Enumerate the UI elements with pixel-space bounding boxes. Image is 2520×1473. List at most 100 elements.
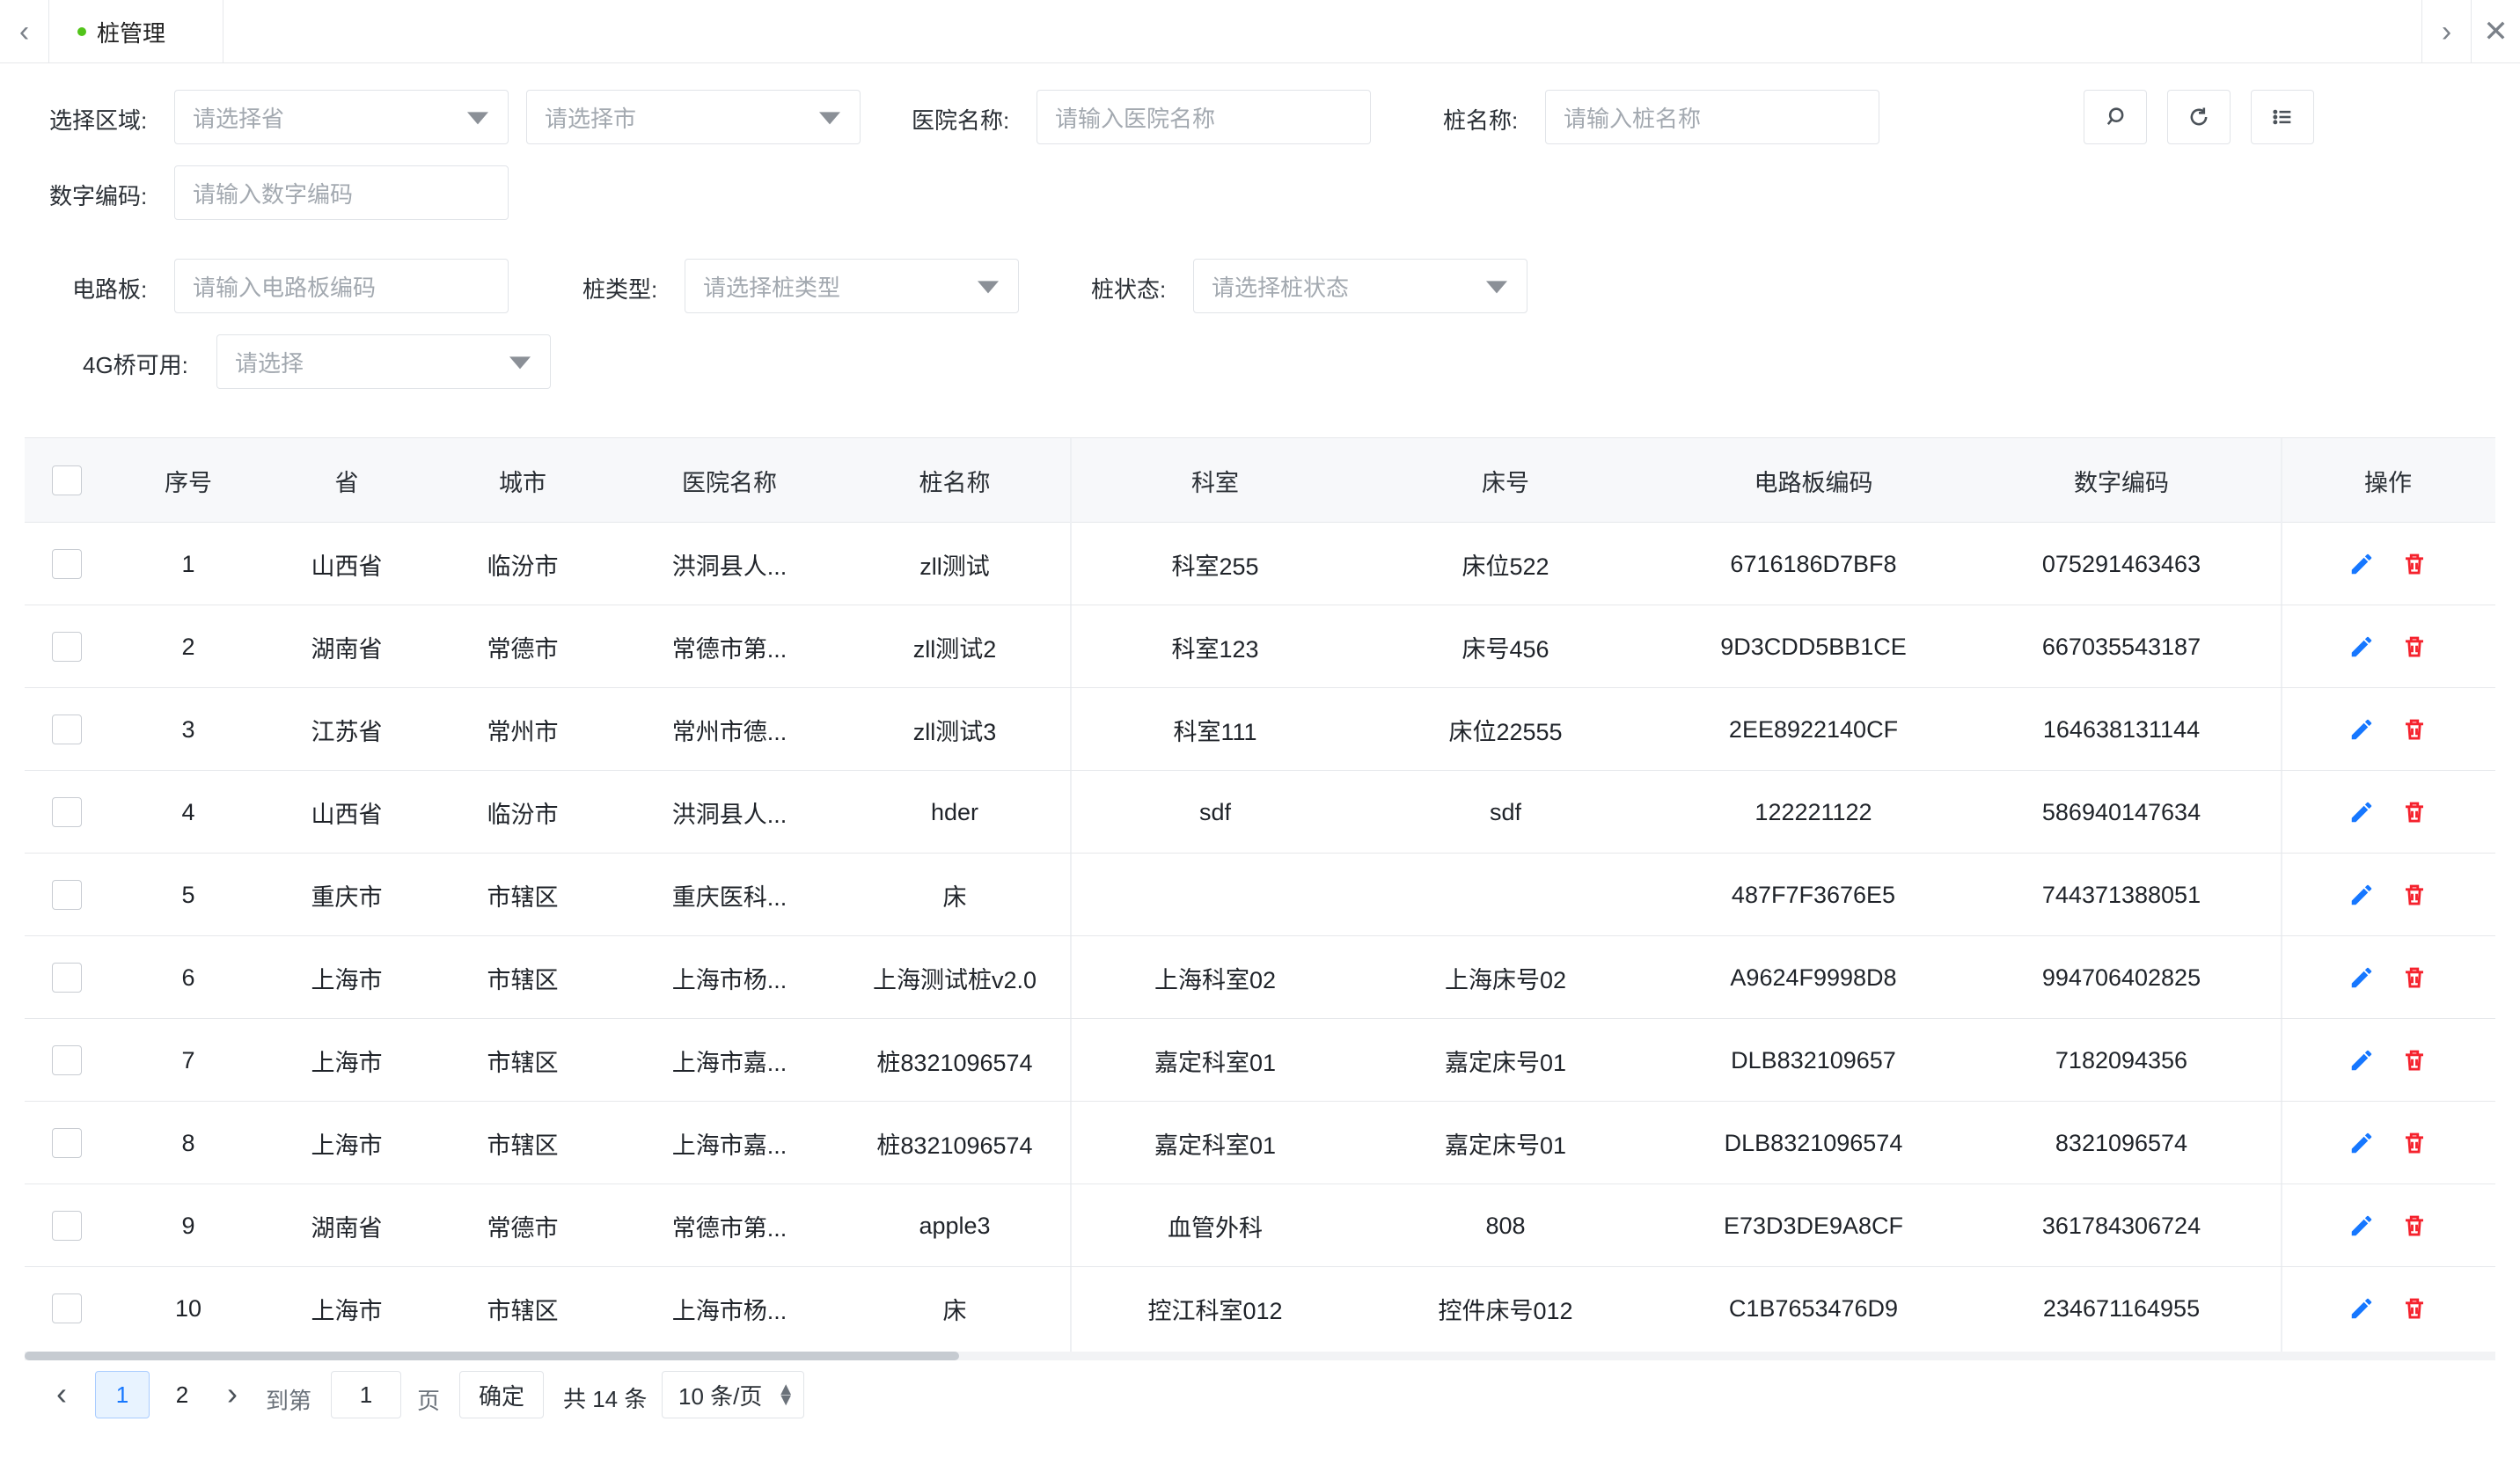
row-checkbox[interactable] [52,1045,82,1075]
goto-page-input[interactable]: 1 [331,1371,401,1418]
page-2-button[interactable]: 2 [155,1371,209,1418]
cell-pile-name: 床 [942,883,967,911]
cell-bed: 床号456 [1461,635,1549,663]
pile-type-select[interactable]: 请选择桩类型 [685,259,1019,313]
tab-close-button[interactable]: ✕ [2471,0,2520,63]
search-icon [2106,107,2124,125]
page-size-select[interactable]: 10 条/页 ▲ ▼ [662,1371,804,1418]
pile-name-placeholder: 请输入桩名称 [1564,105,1702,132]
cell-bed [1360,854,1651,936]
row-checkbox[interactable] [52,1293,82,1323]
trash-icon [2406,1132,2423,1154]
header-board-code: 电路板编码 [1754,469,1873,496]
delete-button[interactable] [2401,1130,2428,1156]
delete-button[interactable] [2401,964,2428,991]
page-1-button[interactable]: 1 [95,1371,150,1418]
active-tab-dot-icon [77,27,86,36]
city-select[interactable]: 请选择市 [526,90,861,144]
delete-button[interactable] [2401,799,2428,825]
row-actions [2281,1102,2495,1184]
tab-pile-management[interactable]: 桩管理 [49,0,223,63]
refresh-button[interactable] [2167,90,2231,144]
row-actions [2281,1019,2495,1102]
cell-department: 嘉定科室01 [1154,1132,1277,1159]
cell-department: 科室123 [1171,635,1259,663]
filter-panel: 选择区域: 请选择省 请选择市 医院名称: 请输入医院名称 桩名称: 请输入桩名… [0,63,2520,415]
cell-board-code: 2EE8922140CF [1728,715,1899,743]
digital-code-input[interactable]: 请输入数字编码 [174,165,509,220]
table-row: 7 上海市 市辖区 上海市嘉... 桩8321096574 嘉定科室01 嘉定床… [25,1019,2495,1102]
hospital-input[interactable]: 请输入医院名称 [1037,90,1371,144]
cell-department: 科室111 [1173,718,1257,745]
pencil-icon [2351,1050,2372,1071]
search-button[interactable] [2084,90,2147,144]
row-checkbox[interactable] [52,549,82,579]
row-checkbox[interactable] [52,715,82,744]
row-checkbox[interactable] [52,1128,82,1158]
delete-button[interactable] [2401,1047,2428,1074]
next-page-button[interactable]: › [211,1366,253,1422]
horizontal-scrollbar[interactable] [25,1352,2495,1360]
scrollbar-thumb[interactable] [25,1352,959,1360]
cell-province: 上海市 [311,1049,383,1076]
edit-button[interactable] [2348,551,2375,577]
row-checkbox[interactable] [52,880,82,910]
pile-status-select[interactable]: 请选择桩状态 [1193,259,1527,313]
trash-icon [2406,884,2423,905]
pile-type-label: 桩类型: [582,276,658,303]
cell-index: 5 [181,881,195,908]
delete-button[interactable] [2401,634,2428,660]
delete-button[interactable] [2401,551,2428,577]
cell-digital-code: 8321096574 [2055,1129,2188,1156]
bridge-4g-select[interactable]: 请选择 [216,334,551,389]
edit-button[interactable] [2348,1130,2375,1156]
cell-department: 血管外科 [1168,1214,1263,1242]
edit-button[interactable] [2348,1295,2375,1322]
edit-button[interactable] [2348,799,2375,825]
row-select-cell [25,605,109,688]
prev-page-button[interactable]: ‹ [40,1366,83,1422]
region-label: 选择区域: [49,107,148,134]
list-icon [2273,109,2291,125]
cell-digital-code: 361784306724 [2041,1212,2201,1239]
edit-button[interactable] [2348,964,2375,991]
pencil-icon [2351,967,2372,988]
cell-bed: 嘉定床号01 [1444,1049,1567,1076]
column-settings-button[interactable] [2251,90,2314,144]
province-select[interactable]: 请选择省 [174,90,509,144]
row-actions [2281,936,2495,1019]
delete-button[interactable] [2401,882,2428,908]
delete-button[interactable] [2401,1213,2428,1239]
edit-button[interactable] [2348,716,2375,743]
chevron-right-icon: › [2441,14,2452,48]
row-checkbox[interactable] [52,797,82,827]
table-header: 序号 省 城市 医院名称 桩名称 科室 床号 电路板编码 数字编码 操作 [25,438,2495,523]
delete-button[interactable] [2401,1295,2428,1322]
edit-button[interactable] [2348,634,2375,660]
cell-index: 7 [181,1046,195,1074]
tab-next-button[interactable]: › [2421,0,2471,63]
cell-digital-code: 586940147634 [2041,798,2201,825]
row-select-cell [25,1184,109,1267]
cell-hospital: 上海市杨... [671,1297,788,1324]
edit-button[interactable] [2348,1213,2375,1239]
delete-button[interactable] [2401,716,2428,743]
cell-board-code: DLB8321096574 [1724,1129,1903,1156]
row-checkbox[interactable] [52,963,82,993]
edit-button[interactable] [2348,882,2375,908]
cell-department: 控江科室012 [1147,1297,1283,1324]
board-input[interactable]: 请输入电路板编码 [174,259,509,313]
row-checkbox[interactable] [52,1211,82,1241]
row-checkbox[interactable] [52,632,82,662]
cell-department: 上海科室02 [1154,966,1277,993]
cell-bed: 嘉定床号01 [1444,1132,1567,1159]
goto-confirm-button[interactable]: 确定 [459,1371,544,1418]
cell-department [1070,854,1360,936]
edit-button[interactable] [2348,1047,2375,1074]
tab-prev-button[interactable]: ‹ [0,0,49,63]
digital-code-placeholder: 请输入数字编码 [193,180,354,208]
select-all-checkbox[interactable] [52,465,82,495]
trash-icon [2406,1298,2423,1319]
pile-name-input[interactable]: 请输入桩名称 [1545,90,1879,144]
cell-hospital: 洪洞县人... [671,801,788,828]
